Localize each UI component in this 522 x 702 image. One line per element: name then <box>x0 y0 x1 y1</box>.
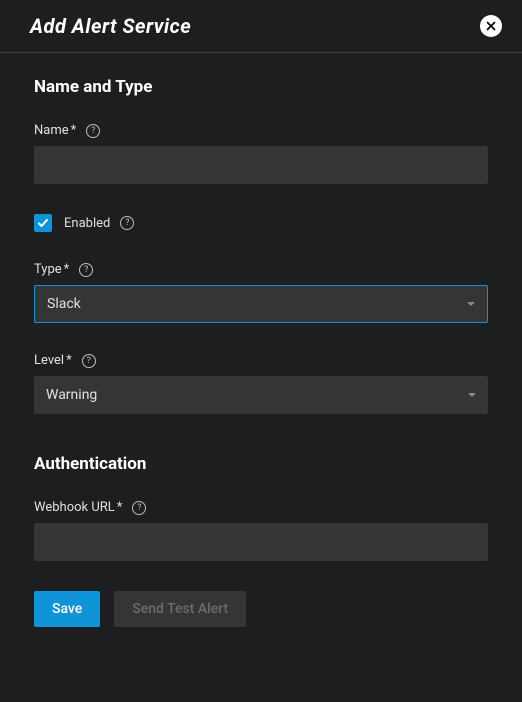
dialog-actions: Save Send Test Alert <box>34 591 488 627</box>
level-field: Level * ? Warning <box>34 353 488 414</box>
section-name-type-title: Name and Type <box>34 77 488 97</box>
section-auth-title: Authentication <box>34 454 488 474</box>
dialog-header: Add Alert Service <box>0 0 522 53</box>
dialog-title: Add Alert Service <box>30 14 191 38</box>
close-icon <box>484 19 498 33</box>
type-select[interactable]: Slack <box>34 285 488 323</box>
help-icon[interactable]: ? <box>86 124 100 138</box>
dialog-content: Name and Type Name * ? Enabled ? Type * … <box>0 53 522 702</box>
check-icon <box>37 217 49 229</box>
level-label: Level * ? <box>34 353 488 368</box>
type-label: Type * ? <box>34 262 488 277</box>
send-test-alert-button[interactable]: Send Test Alert <box>114 591 246 627</box>
enabled-checkbox[interactable] <box>34 214 52 232</box>
save-button[interactable]: Save <box>34 591 100 627</box>
enabled-field: Enabled ? <box>34 214 488 232</box>
help-icon[interactable]: ? <box>120 216 134 230</box>
help-icon[interactable]: ? <box>82 354 96 368</box>
name-label: Name * ? <box>34 123 488 138</box>
level-select[interactable]: Warning <box>34 376 488 414</box>
name-field: Name * ? <box>34 123 488 184</box>
name-input[interactable] <box>34 146 488 184</box>
help-icon[interactable]: ? <box>132 501 146 515</box>
webhook-label: Webhook URL * ? <box>34 500 488 515</box>
webhook-input[interactable] <box>34 523 488 561</box>
add-alert-service-dialog: Add Alert Service Name and Type Name * ? <box>0 0 522 702</box>
webhook-field: Webhook URL * ? <box>34 500 488 561</box>
close-button[interactable] <box>480 15 502 37</box>
chevron-down-icon <box>468 393 476 397</box>
authentication-section: Authentication Webhook URL * ? <box>34 454 488 561</box>
type-field: Type * ? Slack <box>34 262 488 323</box>
help-icon[interactable]: ? <box>79 263 93 277</box>
chevron-down-icon <box>467 302 475 306</box>
enabled-label: Enabled <box>64 216 110 231</box>
